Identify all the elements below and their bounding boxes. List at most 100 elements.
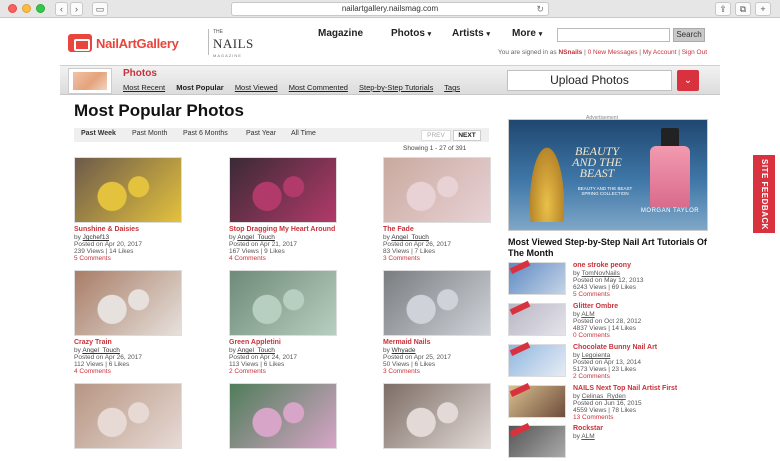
- username-link[interactable]: NSnails: [558, 49, 582, 56]
- photo-title[interactable]: Mermaid Nails: [383, 339, 495, 347]
- reload-icon[interactable]: ↻: [536, 3, 544, 15]
- photo-comments[interactable]: 5 Comments: [74, 255, 186, 262]
- author-link[interactable]: Angel_Touch: [391, 234, 429, 241]
- next-button[interactable]: NEXT: [453, 130, 481, 141]
- messages-link[interactable]: 0 New Messages: [588, 49, 638, 56]
- tutorial-thumbnail[interactable]: [508, 260, 566, 295]
- tutorial-item[interactable]: Glitter Ombre by ALM Posted on Oct 28, 201…: [508, 301, 713, 339]
- photo-card[interactable]: Mermaid Nails by Whyade Posted on Apr 25, …: [383, 270, 495, 375]
- nav-more[interactable]: More ▾: [512, 28, 542, 39]
- photo-thumbnail[interactable]: [74, 270, 182, 336]
- author-link[interactable]: Jgchef13: [83, 234, 109, 241]
- sign-out-link[interactable]: Sign Out: [682, 49, 707, 56]
- subnav-most-popular[interactable]: Most Popular: [176, 83, 224, 92]
- tutorial-comments[interactable]: 13 Comments: [573, 414, 713, 421]
- subnav-tutorials[interactable]: Step-by-Step Tutorials: [359, 83, 433, 92]
- photo-thumbnail[interactable]: [383, 157, 491, 223]
- tutorial-item[interactable]: one stroke peony by TomNovNails Posted on …: [508, 260, 713, 298]
- my-account-link[interactable]: My Account: [643, 49, 677, 56]
- share-icon[interactable]: ⇪: [715, 2, 731, 16]
- minimize-window-button[interactable]: [22, 4, 31, 13]
- tutorial-thumbnail[interactable]: [508, 383, 566, 418]
- filter-past-month[interactable]: Past Month: [132, 130, 167, 137]
- address-bar[interactable]: nailartgallery.nailsmag.com ↻: [231, 2, 549, 16]
- photo-comments[interactable]: 3 Comments: [383, 255, 495, 262]
- tutorial-thumbnail[interactable]: [508, 423, 566, 458]
- filter-all-time[interactable]: All Time: [291, 130, 316, 137]
- author-link[interactable]: ALM: [581, 311, 594, 318]
- photo-thumbnail[interactable]: [383, 270, 491, 336]
- zoom-window-button[interactable]: [36, 4, 45, 13]
- upload-photos-button[interactable]: Upload Photos: [507, 70, 672, 91]
- photo-thumbnail[interactable]: [74, 157, 182, 223]
- author-link[interactable]: Whyade: [392, 347, 416, 354]
- author-link[interactable]: Angel_Touch: [82, 347, 120, 354]
- filter-past-week[interactable]: Past Week: [81, 130, 116, 137]
- close-window-button[interactable]: [8, 4, 17, 13]
- subnav-most-viewed[interactable]: Most Viewed: [235, 83, 278, 92]
- nails-magazine-logo[interactable]: THE NAILS MAGAZINE: [208, 29, 254, 58]
- photo-card[interactable]: The Fade by Angel_Touch Posted on Apr 26, …: [383, 157, 495, 262]
- tutorial-title[interactable]: Chocolate Bunny Nail Art: [573, 344, 713, 352]
- tutorial-comments[interactable]: 2 Comments: [573, 373, 713, 380]
- site-feedback-tab[interactable]: SITE FEEDBACK: [753, 155, 775, 233]
- tutorial-comments[interactable]: 0 Comments: [573, 332, 713, 339]
- tutorial-title[interactable]: NAILS Next Top Nail Artist First: [573, 385, 713, 393]
- photo-comments[interactable]: 4 Comments: [74, 368, 186, 375]
- photo-card[interactable]: Green Appletini by Angel_Touch Posted on A…: [229, 270, 341, 375]
- filter-past-6-months[interactable]: Past 6 Months: [183, 130, 228, 137]
- subnav-tags[interactable]: Tags: [444, 83, 460, 92]
- prev-button[interactable]: PREV: [421, 130, 451, 141]
- photo-card[interactable]: Sunshine & Daisies by Jgchef13 Posted on A…: [74, 157, 186, 262]
- author-link[interactable]: Legoienta: [582, 352, 611, 359]
- upload-dropdown-button[interactable]: ⌄: [677, 70, 699, 91]
- step-by-step-badge: [509, 383, 531, 397]
- search-input[interactable]: [557, 28, 670, 42]
- tutorial-title[interactable]: Rockstar: [573, 425, 713, 433]
- tutorial-comments[interactable]: 5 Comments: [573, 291, 713, 298]
- author-link[interactable]: Angel_Touch: [237, 347, 275, 354]
- sidebar-toggle-icon[interactable]: ▭: [92, 2, 108, 16]
- back-icon[interactable]: ‹: [55, 2, 68, 16]
- photo-thumbnail[interactable]: [229, 270, 337, 336]
- photo-title[interactable]: Sunshine & Daisies: [74, 226, 186, 234]
- tutorial-item[interactable]: NAILS Next Top Nail Artist First by Celin…: [508, 383, 713, 421]
- tutorial-title[interactable]: one stroke peony: [573, 262, 713, 270]
- search-button[interactable]: Search: [673, 28, 705, 42]
- tutorial-title[interactable]: Glitter Ombre: [573, 303, 713, 311]
- photo-comments[interactable]: 4 Comments: [229, 255, 341, 262]
- tabs-overview-icon[interactable]: ⧉: [735, 2, 751, 16]
- photo-title[interactable]: Stop Dragging My Heart Around: [229, 226, 341, 234]
- tutorial-item[interactable]: Rockstar by ALM: [508, 423, 713, 461]
- advertisement-banner[interactable]: BEAUTY AND THE BEAST BEAUTY AND THE BEAS…: [508, 119, 708, 231]
- filter-past-year[interactable]: Past Year: [246, 130, 276, 137]
- photo-thumbnail[interactable]: [229, 383, 337, 449]
- subnav-most-commented[interactable]: Most Commented: [289, 83, 348, 92]
- photo-card[interactable]: [383, 383, 495, 449]
- photo-title[interactable]: Crazy Train: [74, 339, 186, 347]
- subnav-most-recent[interactable]: Most Recent: [123, 83, 165, 92]
- photo-comments[interactable]: 3 Comments: [383, 368, 495, 375]
- tutorial-item[interactable]: Chocolate Bunny Nail Art by Legoienta Post…: [508, 342, 713, 380]
- photo-card[interactable]: [229, 383, 341, 449]
- photo-thumbnail[interactable]: [383, 383, 491, 449]
- photo-card[interactable]: Crazy Train by Angel_Touch Posted on Apr 2…: [74, 270, 186, 375]
- photo-card[interactable]: [74, 383, 186, 449]
- forward-icon[interactable]: ›: [70, 2, 83, 16]
- photo-title[interactable]: The Fade: [383, 226, 495, 234]
- author-link[interactable]: TomNovNails: [582, 270, 620, 277]
- author-link[interactable]: Angel_Touch: [237, 234, 275, 241]
- photo-thumbnail[interactable]: [229, 157, 337, 223]
- author-link[interactable]: Celinas_Ryden: [582, 393, 626, 400]
- tutorial-thumbnail[interactable]: [508, 301, 566, 336]
- site-logo[interactable]: NailArtGallery: [68, 32, 179, 54]
- new-tab-icon[interactable]: +: [755, 2, 771, 16]
- photo-title[interactable]: Green Appletini: [229, 339, 341, 347]
- photo-thumbnail[interactable]: [74, 383, 182, 449]
- nav-photos[interactable]: Photos ▾: [391, 28, 431, 39]
- nav-magazine[interactable]: Magazine: [318, 28, 363, 39]
- nav-artists[interactable]: Artists ▾: [452, 28, 490, 39]
- photo-card[interactable]: Stop Dragging My Heart Around by Angel_To…: [229, 157, 341, 262]
- tutorial-thumbnail[interactable]: [508, 342, 566, 377]
- photo-comments[interactable]: 2 Comments: [229, 368, 341, 375]
